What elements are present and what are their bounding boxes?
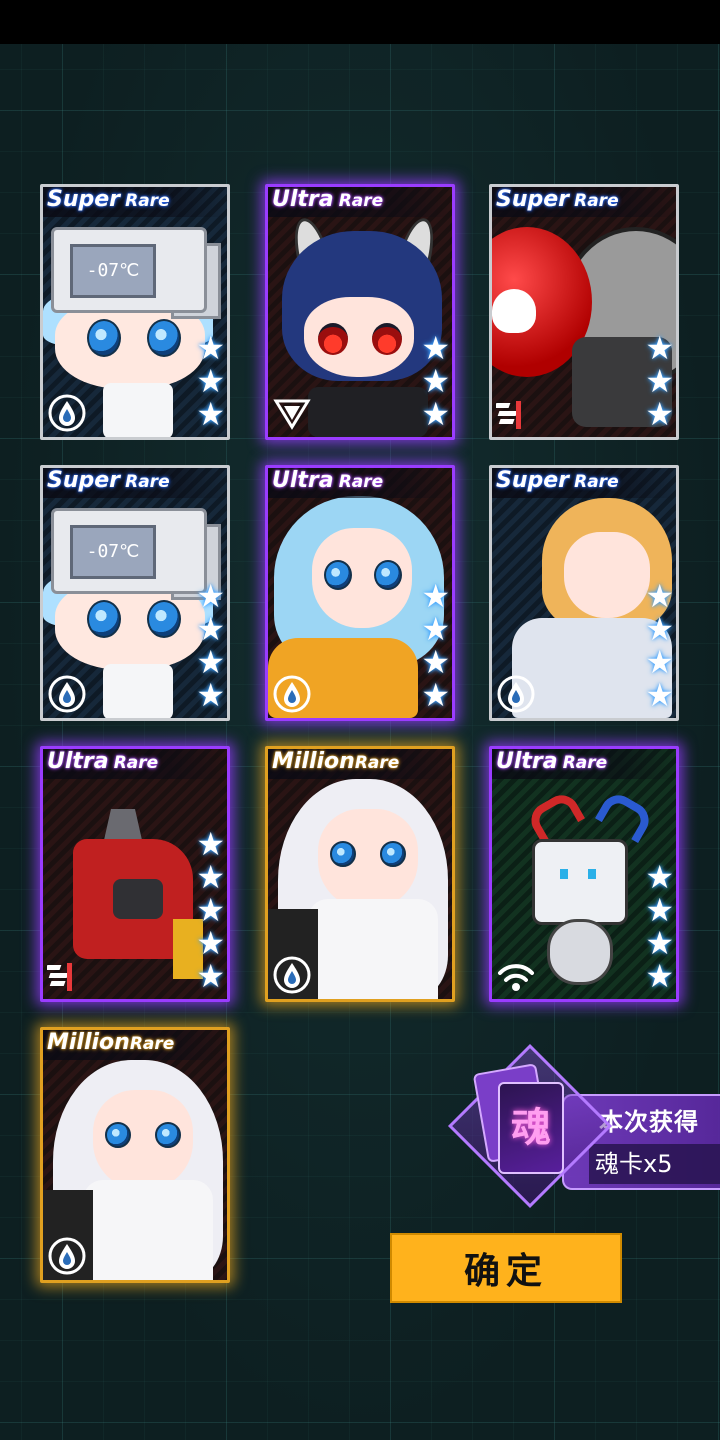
star-rating: ★ ★ ★ ★ <box>645 580 674 712</box>
rarity-label: Super Rare <box>43 468 227 498</box>
star-rating: ★ ★ ★ <box>645 332 674 431</box>
card-3[interactable]: Super Rare ★ ★ ★ <box>489 184 679 440</box>
rarity-label: Ultra Rare <box>268 468 452 498</box>
rarity-label: Super Rare <box>492 187 676 217</box>
star-icon: ★ <box>196 610 225 648</box>
star-icon: ★ <box>645 643 674 681</box>
star-rating: ★ ★ ★ ★ ★ <box>196 828 225 993</box>
rarity-label: Ultra Rare <box>43 749 227 779</box>
rarity-label: Ultra Rare <box>268 187 452 217</box>
star-icon: ★ <box>645 610 674 648</box>
rarity-label: Super Rare <box>492 468 676 498</box>
star-icon: ★ <box>645 329 674 367</box>
card-8[interactable]: MillionRare <box>265 746 455 1002</box>
star-icon: ★ <box>421 643 450 681</box>
star-icon: ★ <box>645 676 674 714</box>
star-icon: ★ <box>196 362 225 400</box>
status-bar <box>0 0 720 44</box>
water-drop-icon <box>48 675 86 713</box>
reward-title: 本次获得 <box>599 1108 699 1136</box>
star-icon: ★ <box>421 395 450 433</box>
card-5[interactable]: Ultra Rare ★ ★ ★ ★ <box>265 465 455 721</box>
star-icon: ★ <box>645 858 674 896</box>
rarity-label: MillionRare <box>43 1030 227 1060</box>
water-drop-icon <box>273 956 311 994</box>
star-icon: ★ <box>645 891 674 929</box>
star-icon: ★ <box>196 891 225 929</box>
card-10[interactable]: MillionRare <box>40 1027 230 1283</box>
card-6[interactable]: Super Rare ★ ★ ★ ★ <box>489 465 679 721</box>
star-icon: ★ <box>421 362 450 400</box>
card-7[interactable]: Ultra Rare ★ ★ ★ ★ ★ <box>40 746 230 1002</box>
star-icon: ★ <box>645 395 674 433</box>
star-icon: ★ <box>196 825 225 863</box>
soul-card-icon: 魂 <box>498 1082 564 1174</box>
star-rating: ★ ★ ★ <box>421 332 450 431</box>
star-icon: ★ <box>645 957 674 995</box>
water-drop-icon <box>497 675 535 713</box>
water-drop-icon <box>48 394 86 432</box>
rarity-label: Super Rare <box>43 187 227 217</box>
temperature-readout: -07℃ <box>70 525 156 579</box>
star-rating: ★ ★ ★ <box>196 332 225 431</box>
soul-card-reward: 本次获得 魂卡x5 魂 <box>447 1043 720 1209</box>
wifi-emblem-icon <box>498 964 534 991</box>
stripes-emblem-icon <box>496 401 521 429</box>
star-icon: ★ <box>196 676 225 714</box>
card-4[interactable]: -07℃ Super Rare ★ ★ ★ ★ <box>40 465 230 721</box>
star-icon: ★ <box>196 329 225 367</box>
temperature-readout: -07℃ <box>70 244 156 298</box>
star-icon: ★ <box>196 577 225 615</box>
water-drop-icon <box>273 675 311 713</box>
water-drop-icon <box>48 1237 86 1275</box>
star-icon: ★ <box>645 924 674 962</box>
star-icon: ★ <box>421 610 450 648</box>
star-icon: ★ <box>421 676 450 714</box>
star-rating: ★ ★ ★ ★ <box>421 580 450 712</box>
star-icon: ★ <box>645 362 674 400</box>
reward-count: 魂卡x5 <box>589 1144 720 1184</box>
star-rating: ★ ★ ★ ★ <box>196 580 225 712</box>
rarity-label: Ultra Rare <box>492 749 676 779</box>
stripes-emblem-icon <box>47 963 72 991</box>
card-2[interactable]: Ultra Rare ★ ★ ★ <box>265 184 455 440</box>
card-1[interactable]: -07℃ Super Rare ★ ★ ★ <box>40 184 230 440</box>
rarity-label: MillionRare <box>268 749 452 779</box>
star-icon: ★ <box>421 329 450 367</box>
confirm-button[interactable]: 确定 <box>390 1233 622 1303</box>
star-icon: ★ <box>196 643 225 681</box>
triangle-emblem-icon <box>273 399 311 430</box>
star-icon: ★ <box>196 924 225 962</box>
star-icon: ★ <box>645 577 674 615</box>
star-icon: ★ <box>421 577 450 615</box>
card-9[interactable]: Ultra Rare ★ ★ ★ ★ <box>489 746 679 1002</box>
star-rating: ★ ★ ★ ★ <box>645 861 674 993</box>
star-icon: ★ <box>196 395 225 433</box>
star-icon: ★ <box>196 957 225 995</box>
star-icon: ★ <box>196 858 225 896</box>
